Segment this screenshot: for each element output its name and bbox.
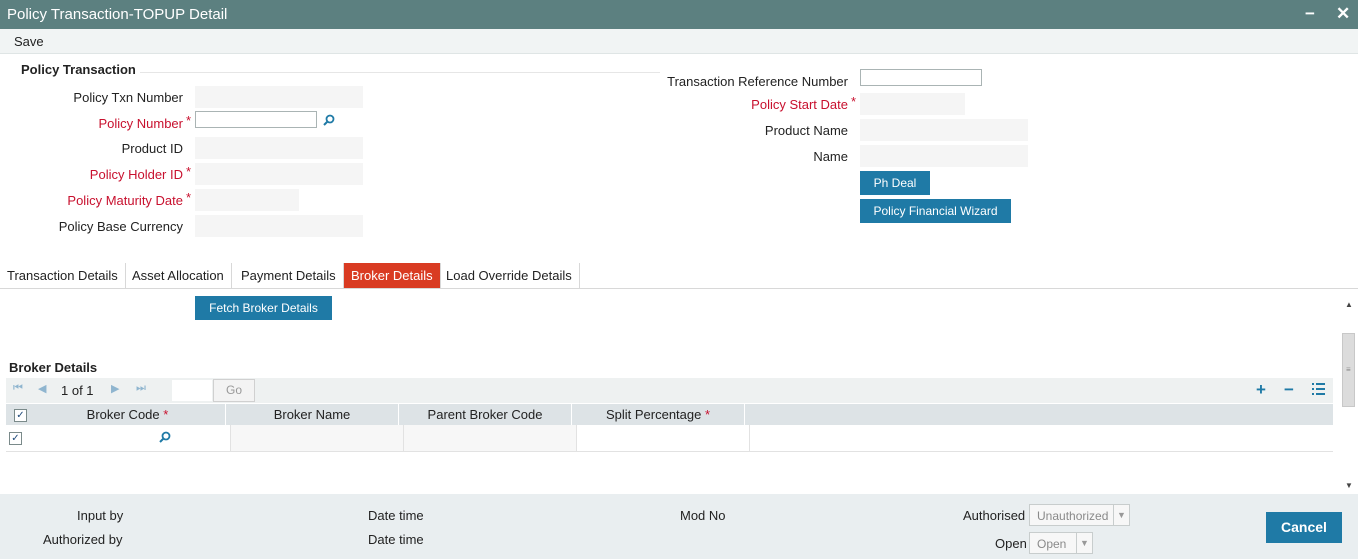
broker-details-title: Broker Details (9, 360, 98, 375)
first-page-icon[interactable]: ⏮ (13, 382, 23, 395)
column-broker-code[interactable]: Broker Code * (30, 404, 226, 425)
audit-footer (0, 494, 1358, 559)
required-marker: * (186, 113, 192, 128)
transaction-reference-number-label: Transaction Reference Number (667, 74, 848, 89)
policy-number-input[interactable] (195, 111, 317, 128)
window-title: Policy Transaction-TOPUP Detail (7, 6, 228, 23)
name-label: Name (813, 149, 848, 164)
save-button[interactable]: Save (14, 34, 44, 49)
product-name-label: Product Name (764, 123, 848, 138)
chevron-down-icon: ▼ (1076, 533, 1092, 553)
name-field (860, 145, 1028, 167)
cancel-button[interactable]: Cancel (1266, 512, 1342, 543)
next-page-icon[interactable]: ▶ (111, 382, 119, 395)
last-page-icon[interactable]: ⏭ (136, 382, 146, 395)
delete-row-icon[interactable]: − (1284, 380, 1294, 400)
policy-maturity-date-field (195, 189, 299, 211)
authorised-label: Authorised (963, 508, 1026, 523)
column-broker-name[interactable]: Broker Name (226, 404, 399, 425)
broker-code-cell[interactable] (30, 425, 231, 451)
open-select[interactable]: Open ▼ (1029, 532, 1093, 554)
policy-maturity-date-label: Policy Maturity Date (67, 193, 183, 208)
policy-financial-wizard-button[interactable]: Policy Financial Wizard (860, 199, 1011, 223)
tab-asset-allocation[interactable]: Asset Allocation (125, 263, 232, 289)
minimize-icon[interactable]: − (1305, 4, 1315, 24)
chevron-down-icon: ▼ (1113, 505, 1129, 525)
split-percentage-cell[interactable] (577, 425, 750, 451)
ph-deal-button[interactable]: Ph Deal (860, 171, 930, 195)
date-time-label: Date time (368, 532, 424, 547)
prev-page-icon[interactable]: ◀ (38, 382, 46, 395)
policy-txn-number-label: Policy Txn Number (73, 90, 183, 105)
tab-transaction-details[interactable]: Transaction Details (0, 263, 126, 289)
tab-broker-details[interactable]: Broker Details (344, 263, 441, 289)
required-marker: * (851, 94, 857, 109)
mod-no-label: Mod No (680, 508, 726, 523)
policy-start-date-field (860, 93, 965, 115)
scroll-down-icon[interactable]: ▼ (1345, 481, 1353, 490)
search-icon[interactable] (323, 114, 335, 126)
product-id-field (195, 137, 363, 159)
policy-base-currency-label: Policy Base Currency (58, 219, 183, 234)
column-parent-broker-code[interactable]: Parent Broker Code (399, 404, 572, 425)
broker-name-cell (231, 425, 404, 451)
product-id-label: Product ID (121, 141, 183, 156)
required-marker: * (186, 164, 192, 179)
go-button[interactable]: Go (213, 379, 255, 402)
close-icon[interactable]: ✕ (1336, 4, 1350, 24)
scroll-up-icon[interactable]: ▲ (1345, 300, 1353, 309)
policy-number-label: Policy Number (98, 116, 183, 131)
policy-start-date-label: Policy Start Date (751, 97, 848, 112)
policy-base-currency-field (195, 215, 363, 237)
policy-transaction-title: Policy Transaction (21, 62, 136, 77)
page-number-input[interactable] (172, 380, 212, 401)
fetch-broker-details-button[interactable]: Fetch Broker Details (195, 296, 332, 320)
date-time-label: Date time (368, 508, 424, 523)
scroll-grip-icon: ≡ (1346, 365, 1351, 374)
list-view-icon[interactable] (1312, 383, 1325, 395)
authorized-by-label: Authorized by (43, 532, 123, 547)
tab-divider (0, 288, 1358, 289)
policy-txn-number-field (195, 86, 363, 108)
policy-holder-id-label: Policy Holder ID (89, 167, 183, 182)
parent-broker-code-cell (404, 425, 577, 451)
authorised-select[interactable]: Unauthorized ▼ (1029, 504, 1130, 526)
required-marker: * (186, 190, 192, 205)
product-name-field (860, 119, 1028, 141)
input-by-label: Input by (77, 508, 124, 523)
toolbar (0, 29, 1358, 54)
add-row-icon[interactable]: + (1256, 380, 1266, 400)
transaction-reference-number-input[interactable] (860, 69, 982, 86)
search-icon[interactable] (159, 431, 171, 443)
open-label: Open (995, 536, 1027, 551)
policy-holder-id-field (195, 163, 363, 185)
tab-load-override-details[interactable]: Load Override Details (439, 263, 580, 289)
section-divider (140, 72, 660, 73)
page-indicator: 1 of 1 (61, 383, 94, 398)
tab-payment-details[interactable]: Payment Details (234, 263, 344, 289)
select-all-checkbox[interactable]: ✓ (14, 409, 27, 422)
column-split-percentage[interactable]: Split Percentage * (572, 404, 745, 425)
row-checkbox[interactable]: ✓ (9, 432, 22, 445)
